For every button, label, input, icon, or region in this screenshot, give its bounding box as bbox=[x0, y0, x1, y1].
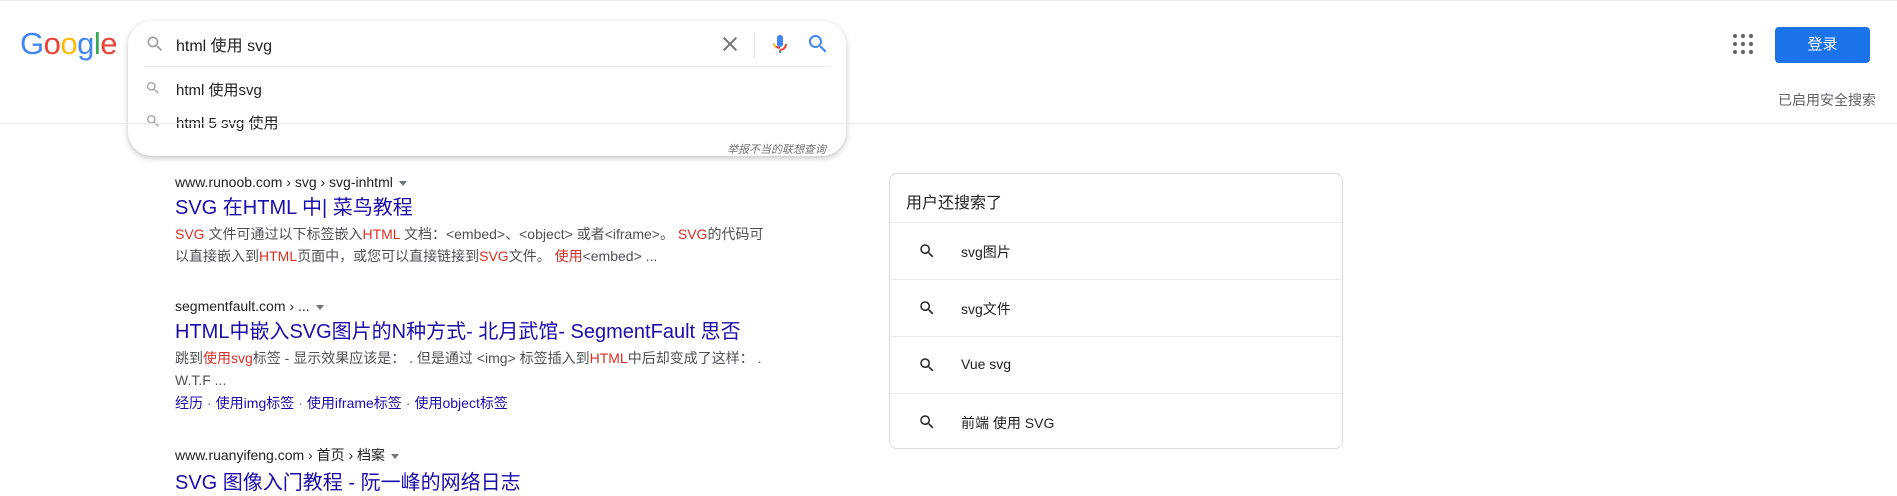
snippet-highlight: HTML bbox=[259, 248, 298, 264]
logo-letter: g bbox=[77, 26, 94, 61]
search-result: segmentfault.com › ... HTML中嵌入SVG图片的N种方式… bbox=[175, 298, 775, 413]
microphone-icon[interactable] bbox=[768, 31, 792, 57]
search-icon bbox=[920, 244, 934, 258]
snippet-text: 中后却变成了这样： . bbox=[627, 350, 762, 366]
suggestion-text: html 使用svg bbox=[176, 82, 262, 99]
logo-letter: G bbox=[20, 26, 44, 61]
snippet-text: 以直接嵌入到 bbox=[175, 248, 259, 264]
clear-icon[interactable] bbox=[718, 32, 742, 56]
search-icon bbox=[920, 415, 934, 429]
apps-grid-icon[interactable] bbox=[1733, 34, 1753, 54]
snippet-line: 跳到使用svg标签 - 显示效果应该是： . 但是通过 <img> 标签插入到H… bbox=[175, 347, 775, 369]
snippet-highlight: SVG bbox=[175, 226, 205, 242]
related-search-item[interactable]: svg图片 bbox=[890, 222, 1342, 279]
search-icon bbox=[147, 82, 159, 94]
search-result: www.runoob.com › svg › svg-inhtml SVG 在H… bbox=[175, 174, 775, 267]
result-sitelinks: 经历 · 使用img标签 · 使用iframe标签 · 使用object标签 bbox=[175, 393, 775, 413]
related-search-text: Vue svg bbox=[961, 356, 1012, 372]
caret-down-icon[interactable] bbox=[391, 453, 400, 459]
snippet-text: 文档：<embed>、<object> 或者<iframe>。 bbox=[400, 226, 678, 242]
snippet-text: 页面中，或您可以直接链接到 bbox=[297, 248, 480, 264]
result-url: www.ruanyifeng.com › 首页 › 档案 bbox=[175, 445, 775, 465]
related-searches-panel: 用户还搜索了 svg图片 svg文件 Vue svg 前端 使用 SVG bbox=[889, 173, 1343, 449]
related-search-item[interactable]: 前端 使用 SVG bbox=[890, 393, 1342, 450]
safesearch-status[interactable]: 已启用安全搜索 bbox=[1778, 90, 1876, 110]
related-search-item[interactable]: Vue svg bbox=[890, 336, 1342, 393]
snippet-line: W.T.F ... bbox=[175, 369, 775, 391]
caret-down-icon[interactable] bbox=[398, 180, 407, 186]
caret-down-icon[interactable] bbox=[315, 304, 324, 310]
search-divider bbox=[754, 32, 755, 58]
result-cite-text: www.ruanyifeng.com › 首页 › 档案 bbox=[175, 447, 386, 463]
result-url: segmentfault.com › ... bbox=[175, 298, 775, 314]
search-icon bbox=[920, 301, 934, 315]
snippet-highlight: 使用svg bbox=[203, 350, 253, 366]
snippet-text: 文件可通过以下标签嵌入 bbox=[204, 226, 363, 242]
search-icon bbox=[147, 36, 163, 52]
search-submit-icon[interactable] bbox=[806, 32, 830, 56]
suggestion-item[interactable]: html 5 svg 使用 bbox=[128, 107, 846, 135]
google-logo[interactable]: Google bbox=[20, 26, 118, 62]
separator-dot: · bbox=[298, 395, 303, 411]
snippet-highlight: SVG bbox=[479, 248, 509, 264]
related-search-text: 前端 使用 SVG bbox=[961, 415, 1055, 431]
snippet-highlight: HTML bbox=[362, 226, 401, 242]
snippet-highlight: SVG bbox=[677, 226, 708, 242]
related-search-text: svg文件 bbox=[961, 301, 1011, 317]
snippet-highlight: 使用 bbox=[554, 248, 583, 264]
header-divider bbox=[0, 123, 1897, 124]
sitelink[interactable]: 经历 bbox=[175, 395, 203, 411]
snippet-highlight: HTML bbox=[589, 350, 628, 366]
snippet-text: 文件。 bbox=[508, 248, 555, 264]
snippet-text: 标签 - 显示效果应该是： . 但是通过 <img> 标签插入到 bbox=[252, 350, 590, 366]
search-input[interactable] bbox=[176, 32, 696, 56]
result-snippet: 跳到使用svg标签 - 显示效果应该是： . 但是通过 <img> 标签插入到H… bbox=[175, 347, 775, 391]
result-snippet: SVG 文件可通过以下标签嵌入HTML 文档：<embed>、<object> … bbox=[175, 223, 775, 267]
search-result: www.ruanyifeng.com › 首页 › 档案 SVG 图像入门教程 … bbox=[175, 445, 775, 496]
search-box: html 使用svg html 5 svg 使用 举报不当的联想查询 bbox=[128, 21, 846, 156]
login-button[interactable]: 登录 bbox=[1775, 27, 1870, 63]
suggestion-divider bbox=[144, 66, 830, 67]
top-border bbox=[0, 0, 1897, 1]
logo-letter: e bbox=[100, 26, 118, 61]
search-row bbox=[128, 21, 846, 67]
separator-dot: · bbox=[405, 395, 411, 411]
search-icon bbox=[920, 358, 934, 372]
result-title-link[interactable]: SVG 图像入门教程 - 阮一峰的网络日志 bbox=[175, 470, 775, 496]
report-predictions-link[interactable]: 举报不当的联想查询 bbox=[727, 141, 826, 157]
related-search-item[interactable]: svg文件 bbox=[890, 279, 1342, 336]
result-url: www.runoob.com › svg › svg-inhtml bbox=[175, 174, 775, 190]
snippet-line: 以直接嵌入到HTML页面中，或您可以直接链接到SVG文件。 使用<embed> … bbox=[175, 245, 775, 267]
search-icon bbox=[147, 115, 159, 127]
logo-letter: o bbox=[43, 26, 61, 61]
snippet-text: 跳到 bbox=[175, 350, 203, 366]
related-search-text: svg图片 bbox=[961, 244, 1011, 260]
result-cite-text: www.runoob.com › svg › svg-inhtml bbox=[175, 174, 393, 190]
sitelink[interactable]: 使用img标签 bbox=[216, 395, 295, 411]
snippet-text: <embed> ... bbox=[582, 248, 658, 264]
snippet-text: W.T.F ... bbox=[175, 372, 227, 388]
sitelink[interactable]: 使用object标签 bbox=[414, 395, 507, 411]
related-searches-title: 用户还搜索了 bbox=[906, 195, 1003, 212]
separator-dot: · bbox=[207, 395, 212, 411]
snippet-line: SVG 文件可通过以下标签嵌入HTML 文档：<embed>、<object> … bbox=[175, 223, 775, 245]
result-title-link[interactable]: SVG 在HTML 中| 菜鸟教程 bbox=[175, 195, 775, 221]
result-title-link[interactable]: HTML中嵌入SVG图片的N种方式- 北月武馆- SegmentFault 思否 bbox=[175, 319, 775, 345]
logo-letter: o bbox=[60, 26, 78, 61]
sitelink[interactable]: 使用iframe标签 bbox=[307, 395, 402, 411]
result-cite-text: segmentfault.com › ... bbox=[175, 298, 310, 314]
snippet-text: 的代码可 bbox=[707, 226, 764, 242]
suggestion-item[interactable]: html 使用svg bbox=[128, 74, 846, 102]
